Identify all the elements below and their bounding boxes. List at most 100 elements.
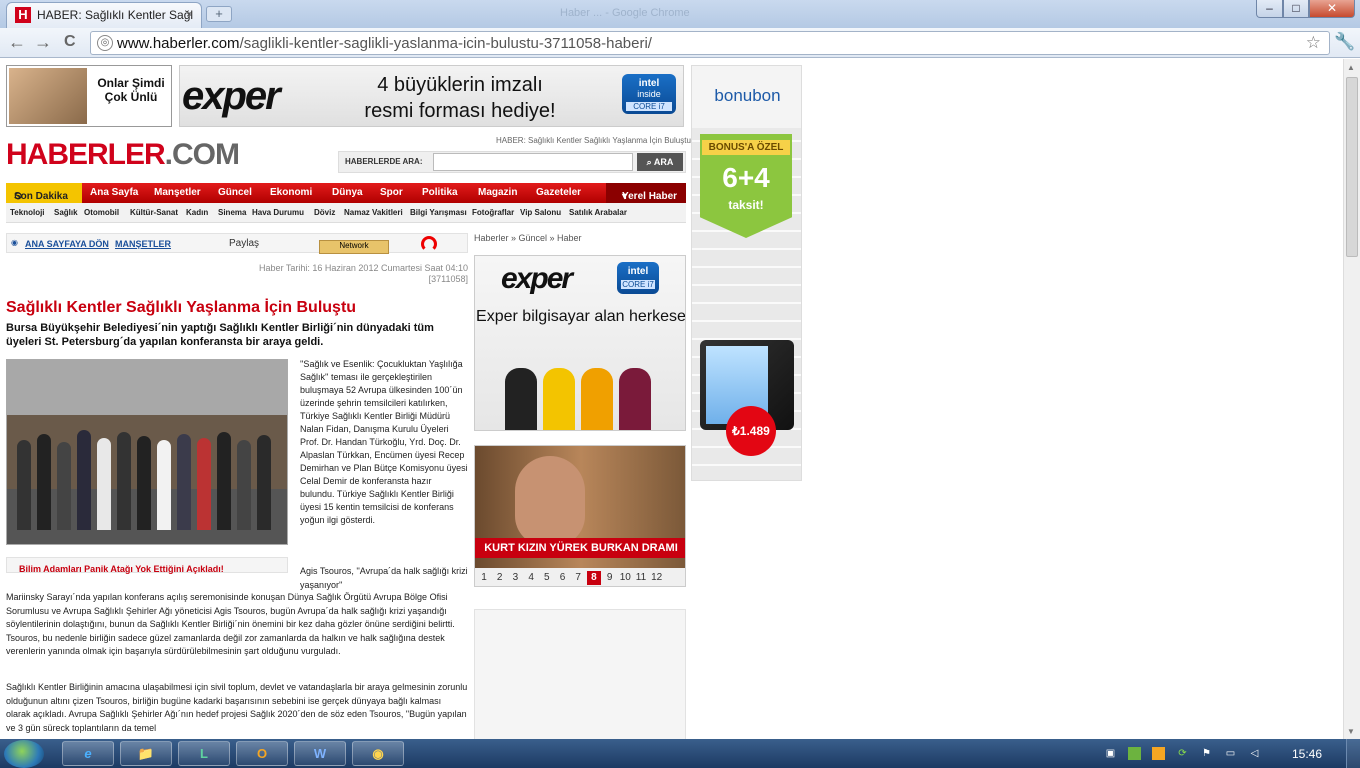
nav-item-current[interactable]: Güncel bbox=[218, 187, 252, 198]
ad-bonubon-skyscraper[interactable]: bonubon BONUS'A ÖZEL 6+4 taksit! ₺1.489 bbox=[691, 65, 802, 481]
start-button[interactable] bbox=[4, 740, 44, 768]
monitor-tray-icon[interactable]: ▭ bbox=[1224, 747, 1237, 760]
lync-icon[interactable]: L bbox=[178, 741, 230, 766]
chrome-icon[interactable]: ◉ bbox=[352, 741, 404, 766]
breadcrumb[interactable]: Haberler » Güncel » Haber bbox=[474, 233, 582, 243]
search-label: HABERLERDE ARA: bbox=[345, 157, 423, 166]
scroll-thumb[interactable] bbox=[1346, 77, 1358, 257]
nav-item-magazine[interactable]: Magazin bbox=[478, 187, 517, 198]
green-app-tray-icon[interactable] bbox=[1128, 747, 1141, 760]
page-viewport: Onlar Şimdi Çok Ünlü exper 4 büyüklerin … bbox=[0, 59, 1343, 739]
headlines-link[interactable]: MANŞETLER bbox=[115, 239, 171, 249]
show-desktop-button[interactable] bbox=[1346, 739, 1360, 768]
gallery-page-6[interactable]: 6 bbox=[556, 571, 570, 585]
back-arrow-icon[interactable]: ← bbox=[8, 32, 26, 53]
url-path: /saglikli-kentler-saglikli-yaslanma-icin… bbox=[239, 35, 652, 52]
new-tab-button[interactable]: + bbox=[206, 6, 232, 22]
ad-exper-box[interactable]: exper intel CORE i7 Exper bilgisayar ala… bbox=[474, 255, 686, 431]
girl-face-shape bbox=[515, 456, 585, 546]
share-circle-icon[interactable] bbox=[421, 236, 437, 252]
address-bar[interactable]: ◎ www.haberler.com/saglikli-kentler-sagl… bbox=[90, 31, 1330, 55]
subnav-cinema[interactable]: Sinema bbox=[218, 208, 246, 217]
gallery-page-11[interactable]: 11 bbox=[634, 571, 648, 585]
subnav-weather[interactable]: Hava Durumu bbox=[252, 208, 304, 217]
close-window-button[interactable]: ✕ bbox=[1309, 0, 1355, 18]
internet-explorer-icon[interactable]: e bbox=[62, 741, 114, 766]
search-button[interactable]: ⌕ ARA bbox=[637, 153, 683, 171]
maximize-button[interactable]: □ bbox=[1283, 0, 1309, 18]
volume-tray-icon[interactable]: ◁ bbox=[1248, 747, 1261, 760]
intel-core-i7-logo: intel inside CORE i7 bbox=[622, 74, 676, 114]
logo-dot-com: .COM bbox=[164, 138, 240, 171]
scroll-up-icon[interactable]: ▲ bbox=[1347, 63, 1355, 72]
nav-item-home[interactable]: Ana Sayfa bbox=[90, 187, 138, 198]
nav-breaking-news[interactable]: ⊙ Son Dakika bbox=[6, 183, 82, 203]
bonus-label: BONUS'A ÖZEL bbox=[702, 140, 790, 155]
taskbar-clock[interactable]: 15:46 bbox=[1292, 747, 1322, 761]
subnav-women[interactable]: Kadın bbox=[186, 208, 208, 217]
scroll-down-icon[interactable]: ▼ bbox=[1347, 727, 1355, 736]
gallery-page-1[interactable]: 1 bbox=[477, 571, 491, 585]
subnav-health[interactable]: Sağlık bbox=[54, 208, 78, 217]
gallery-page-4[interactable]: 4 bbox=[524, 571, 538, 585]
browser-tab[interactable]: H HABER: Sağlıklı Kentler Sağl × bbox=[6, 2, 202, 28]
gallery-page-5[interactable]: 5 bbox=[540, 571, 554, 585]
subnav-prayer-times[interactable]: Namaz Vakitleri bbox=[344, 208, 403, 217]
nav-item-economy[interactable]: Ekonomi bbox=[270, 187, 312, 198]
vertical-scrollbar[interactable]: ▲ ▼ bbox=[1343, 59, 1360, 739]
intel-inside-text: inside bbox=[637, 89, 661, 99]
nav-item-newspapers[interactable]: Gazeteler bbox=[536, 187, 581, 198]
gallery-page-10[interactable]: 10 bbox=[618, 571, 632, 585]
url-text[interactable]: www.haberler.com/saglikli-kentler-saglik… bbox=[117, 35, 652, 52]
subnav-automobile[interactable]: Otomobil bbox=[84, 208, 119, 217]
tab-close-icon[interactable]: × bbox=[186, 7, 193, 21]
share-widget[interactable]: Network bbox=[319, 240, 389, 254]
gallery-page-2[interactable]: 2 bbox=[493, 571, 507, 585]
bonubon-logo: bonubon bbox=[714, 86, 781, 105]
forward-arrow-icon[interactable]: → bbox=[34, 32, 52, 53]
subnav-technology[interactable]: Teknoloji bbox=[10, 208, 45, 217]
outlook-tray-icon[interactable] bbox=[1152, 747, 1165, 760]
wrench-menu-icon[interactable]: 🔧 bbox=[1334, 32, 1355, 52]
word-icon[interactable]: W bbox=[294, 741, 346, 766]
haberler-logo[interactable]: HABERLER.COM bbox=[6, 138, 240, 172]
related-news-link[interactable]: ▪ Bilim Adamları Panik Atağı Yok Ettiğin… bbox=[6, 557, 288, 574]
gallery-caption[interactable]: KURT KIZIN YÜREK BURKAN DRAMI bbox=[475, 538, 685, 558]
folder-icon[interactable]: 📁 bbox=[120, 741, 172, 766]
bookmark-star-icon[interactable]: ☆ bbox=[1306, 33, 1321, 53]
gallery-page-3[interactable]: 3 bbox=[508, 571, 522, 585]
news-date: Haber Tarihi: 16 Haziran 2012 Cumartesi … bbox=[250, 263, 468, 285]
nav-breaking-label: Son Dakika bbox=[14, 191, 68, 202]
ad-exper-banner[interactable]: exper 4 büyüklerin imzalı resmi forması … bbox=[179, 65, 684, 127]
tab-title: HABER: Sağlıklı Kentler Sağl bbox=[37, 8, 194, 22]
subnav-vip[interactable]: Vip Salonu bbox=[520, 208, 561, 217]
gallery-page-7[interactable]: 7 bbox=[571, 571, 585, 585]
nav-item-world[interactable]: Dünya bbox=[332, 187, 363, 198]
gallery-page-9[interactable]: 9 bbox=[603, 571, 617, 585]
nav-local-news[interactable]: Yerel Haber ▾ bbox=[606, 183, 686, 203]
network-tray-icon[interactable]: ▣ bbox=[1104, 747, 1117, 760]
gallery-page-12[interactable]: 12 bbox=[650, 571, 664, 585]
nav-local-label: Yerel Haber bbox=[622, 191, 678, 202]
outlook-icon[interactable]: O bbox=[236, 741, 288, 766]
sync-tray-icon[interactable]: ⟳ bbox=[1176, 747, 1189, 760]
subnav-used-cars[interactable]: Satılık Arabalar bbox=[569, 208, 627, 217]
minimize-button[interactable]: – bbox=[1256, 0, 1283, 18]
back-to-home-link[interactable]: ANA SAYFAYA DÖN bbox=[25, 239, 109, 249]
page-info-icon[interactable]: ◎ bbox=[97, 35, 113, 51]
search-input[interactable] bbox=[433, 153, 633, 171]
article-headline: Sağlıklı Kentler Sağlıklı Yaşlanma İçin … bbox=[6, 299, 357, 316]
reload-icon[interactable]: C bbox=[64, 33, 76, 51]
related-news-title: Bilim Adamları Panik Atağı Yok Ettiğini … bbox=[19, 564, 224, 574]
ad-celebrity-babies[interactable]: Onlar Şimdi Çok Ünlü bbox=[6, 65, 172, 127]
flag-tray-icon[interactable]: ⚑ bbox=[1200, 747, 1213, 760]
subnav-quiz[interactable]: Bilgi Yarışması bbox=[410, 208, 467, 217]
jersey-figure bbox=[543, 368, 575, 430]
nav-item-headlines[interactable]: Manşetler bbox=[154, 187, 201, 198]
nav-item-politics[interactable]: Politika bbox=[422, 187, 458, 198]
subnav-photos[interactable]: Fotoğraflar bbox=[472, 208, 514, 217]
nav-item-sports[interactable]: Spor bbox=[380, 187, 403, 198]
subnav-currency[interactable]: Döviz bbox=[314, 208, 335, 217]
subnav-culture-art[interactable]: Kültür-Sanat bbox=[130, 208, 178, 217]
gallery-page-8[interactable]: 8 bbox=[586, 571, 601, 585]
